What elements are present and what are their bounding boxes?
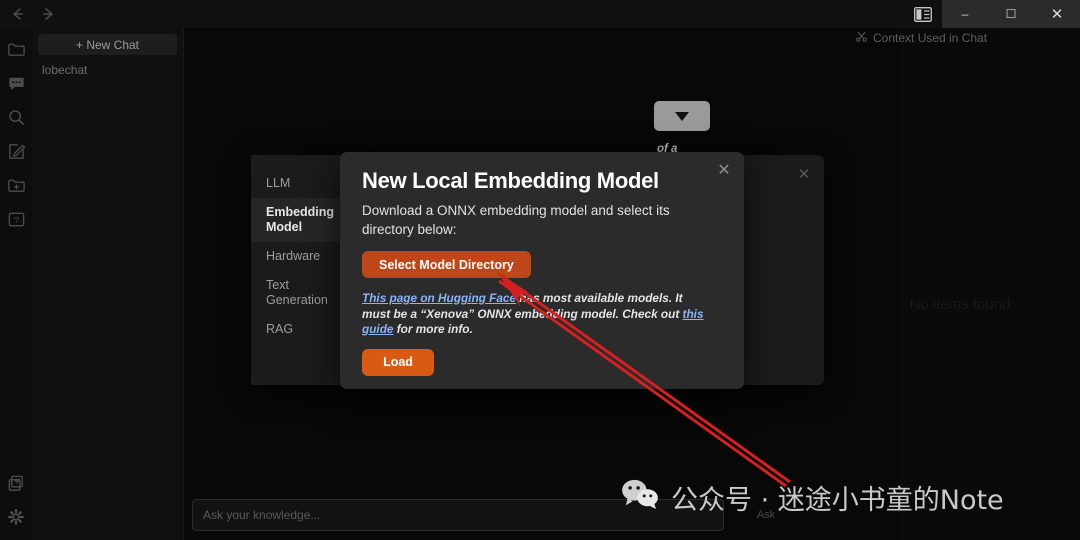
chevron-down-icon xyxy=(675,111,689,121)
select-model-directory-button[interactable]: Select Model Directory xyxy=(362,251,531,278)
settings-close-button[interactable]: ✕ xyxy=(794,164,814,184)
gear-icon[interactable] xyxy=(0,500,32,534)
compose-icon[interactable] xyxy=(0,134,32,168)
context-panel-title: Context Used in Chat xyxy=(855,30,1075,46)
settings-nav-item-llm[interactable]: LLM xyxy=(251,169,340,198)
back-arrow-icon[interactable] xyxy=(8,4,28,24)
settings-nav-item-rag[interactable]: RAG xyxy=(251,315,340,344)
modal-note-end: for more info. xyxy=(393,322,473,336)
window-controls: – ☐ ✕ xyxy=(942,0,1080,28)
settings-nav-item-embedding-model[interactable]: Embedding Model xyxy=(251,198,340,242)
window-close-button[interactable]: ✕ xyxy=(1034,0,1080,28)
settings-nav-item-text-generation[interactable]: Text Generation xyxy=(251,271,340,315)
nav-arrows xyxy=(8,4,58,24)
panel-toggle-icon[interactable] xyxy=(912,3,934,25)
chat-list-item[interactable]: lobechat xyxy=(42,63,183,77)
new-chat-button[interactable]: + New Chat xyxy=(38,34,177,55)
folder-icon[interactable] xyxy=(0,32,32,66)
title-bar: – ☐ ✕ xyxy=(0,0,1080,28)
maximize-button[interactable]: ☐ xyxy=(988,0,1034,28)
embedding-model-dropdown[interactable] xyxy=(654,101,710,131)
forward-arrow-icon[interactable] xyxy=(38,4,58,24)
context-panel-title-text: Context Used in Chat xyxy=(873,31,988,45)
modal-title: New Local Embedding Model xyxy=(362,168,659,193)
context-panel: Context Used in Chat No items found xyxy=(856,28,1080,540)
settings-nav-item-hardware[interactable]: Hardware xyxy=(251,242,340,271)
modal-note: This page on Hugging Face has most avail… xyxy=(362,291,714,338)
hugging-face-link[interactable]: This page on Hugging Face xyxy=(362,291,516,305)
modal-description: Download a ONNX embedding model and sele… xyxy=(362,203,670,237)
modal-close-button[interactable]: ✕ xyxy=(713,159,735,181)
rail-bottom-group xyxy=(0,466,32,534)
context-panel-empty-state: No items found xyxy=(909,296,1011,313)
app-window: – ☐ ✕ ? + New Chat lobechat Ask your kno… xyxy=(0,0,1080,540)
watermark: 公众号 · 迷途小书童的Note xyxy=(620,478,1004,517)
chat-bubble-icon[interactable] xyxy=(0,66,32,100)
settings-nav: LLM Embedding Model Hardware Text Genera… xyxy=(251,155,340,385)
load-button[interactable]: Load xyxy=(362,348,434,376)
watermark-text: 公众号 · 迷途小书童的Note xyxy=(671,485,1004,516)
folder-help-icon[interactable]: ? xyxy=(0,202,32,236)
svg-text:?: ? xyxy=(14,214,19,224)
new-local-embedding-model-modal: ✕ New Local Embedding Model Download a O… xyxy=(340,152,744,389)
search-icon[interactable] xyxy=(0,100,32,134)
icon-rail: ? xyxy=(0,28,32,540)
add-document-icon[interactable] xyxy=(0,466,32,500)
scissors-icon xyxy=(855,30,868,46)
minimize-button[interactable]: – xyxy=(942,0,988,28)
wechat-icon xyxy=(620,478,660,517)
chat-sidebar: + New Chat lobechat xyxy=(32,28,184,540)
folder-add-icon[interactable] xyxy=(0,168,32,202)
